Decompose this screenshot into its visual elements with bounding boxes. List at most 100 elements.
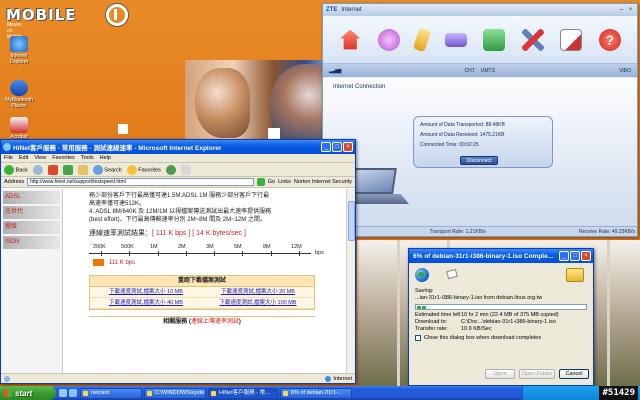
ie-window-title: HiNet客戶服務 - 常用服務 - 測試連線速率 - Microsoft In…	[13, 145, 222, 152]
maximize-button[interactable]: □	[332, 142, 342, 152]
quick-launch-ie-icon[interactable]	[69, 389, 77, 397]
speed-bar	[93, 259, 104, 266]
scrollbar-thumb[interactable]	[348, 201, 355, 241]
search-button[interactable]: Search	[92, 164, 122, 175]
menu-file[interactable]: File	[4, 155, 13, 161]
disconnect-button[interactable]: Disconnect	[460, 156, 498, 165]
ie-vertical-scrollbar[interactable]	[346, 189, 355, 374]
back-button[interactable]: Back	[4, 164, 28, 175]
sidebar-item[interactable]: ISDN	[3, 236, 60, 249]
cancel-button[interactable]: Cancel	[559, 369, 589, 379]
security-zone: Internet	[333, 375, 352, 382]
acrobat-icon	[10, 117, 28, 133]
close-when-done-option[interactable]: Close this dialog box when download comp…	[409, 335, 593, 341]
download-buttons: Open Open Folder Cancel	[409, 369, 593, 379]
go-arrow-icon[interactable]	[256, 178, 265, 186]
mail-icon[interactable]	[180, 164, 191, 175]
close-when-done-checkbox[interactable]	[415, 335, 421, 341]
start-button[interactable]: start	[0, 386, 56, 400]
ie-page-content: ADSL 光世代 撥接 ISDN 務少部份客戶下行最高僅可達1.5M;ADSL …	[1, 189, 355, 374]
sidebar-item[interactable]: 光世代	[3, 206, 60, 219]
search-icon	[92, 164, 103, 175]
download-title-bar[interactable]: 6% of debian-31r1-i386-binary-1.iso Comp…	[409, 249, 593, 263]
ie-window[interactable]: HiNet客戶服務 - 常用服務 - 測試連線速率 - Microsoft In…	[0, 139, 356, 384]
download-test-link-100mb[interactable]: 下載速度測試,檔案大小 100 MB	[202, 298, 314, 308]
zte-window-title: Internet	[341, 7, 362, 13]
scale-tick-label: 12M	[291, 244, 302, 250]
download-test-link-20mb[interactable]: 下載速度測試,檔案大小 20 MB	[202, 287, 314, 297]
scale-tick	[214, 251, 215, 256]
minimize-button[interactable]: _	[321, 142, 331, 152]
phone-icon[interactable]	[412, 27, 432, 52]
refresh-icon[interactable]	[62, 164, 73, 175]
page-icon	[4, 375, 10, 382]
contacts-icon[interactable]	[483, 28, 506, 51]
scale-tick	[186, 251, 187, 256]
forward-arrow-icon[interactable]	[32, 164, 43, 175]
menu-view[interactable]: View	[34, 155, 46, 161]
taskbar-item-netcard[interactable]: netcard	[80, 387, 142, 399]
close-button[interactable]: ×	[581, 251, 591, 261]
norton-toolbar[interactable]: Norton Internet Security	[294, 179, 352, 185]
menu-edit[interactable]: Edit	[19, 155, 28, 161]
download-to-value: C:\Doc...\debian-31r1-i386-binary-1.iso	[461, 319, 556, 325]
maximize-button[interactable]: □	[570, 251, 580, 261]
zte-dialer-window[interactable]: ZTE Internet – × ? ▂▃▅▆ CHT UMTS VIBO In…	[322, 3, 638, 237]
minimize-icon[interactable]: –	[618, 7, 625, 14]
desktop-icon-bluetooth[interactable]: MyBluetooth Places	[1, 80, 37, 109]
article-line: (best effort)，下行最高傳輸速率分別 2M~8M 間及 2M~12M…	[89, 217, 266, 223]
message-icon[interactable]	[444, 32, 467, 47]
links-button[interactable]: Links	[278, 179, 291, 185]
download-test-table: 重跑下載檔案測試 下載速度測試,檔案大小 10 MB 下載速度測試,檔案大小 2…	[89, 275, 315, 310]
minimize-button[interactable]: _	[559, 251, 569, 261]
close-button[interactable]: ×	[343, 142, 353, 152]
desktop-icon-internet-explorer[interactable]: Internet Explorer	[1, 36, 37, 65]
table-row: 下載速度測試,檔案大小 40 MB 下載速度測試,檔案大小 100 MB	[90, 298, 314, 309]
download-test-link-10mb[interactable]: 下載速度測試,檔案大小 10 MB	[90, 287, 202, 297]
sidebar-item[interactable]: ADSL	[3, 191, 60, 204]
back-arrow-icon	[4, 164, 14, 175]
zte-toolbar: ?	[323, 16, 637, 64]
taskbar-item-ie[interactable]: HiNet客戶服務 - 常...	[208, 387, 278, 399]
download-test-link-40mb[interactable]: 下載速度測試,檔案大小 40 MB	[90, 298, 202, 308]
stop-icon[interactable]	[47, 164, 58, 175]
desktop-icon-acrobat[interactable]: Acrobat	[1, 117, 37, 140]
close-icon[interactable]: ×	[627, 7, 634, 14]
taskbar-item-download[interactable]: 6% of debian-31r1-...	[280, 387, 352, 399]
home-icon[interactable]	[77, 164, 88, 175]
menu-tools[interactable]: Tools	[81, 155, 94, 161]
page-sidebar: ADSL 光世代 撥接 ISDN	[1, 189, 63, 374]
history-icon[interactable]	[165, 164, 176, 175]
ie-address-bar: Address http://www.hinet.net/support/tes…	[1, 177, 355, 188]
zte-title-bar[interactable]: ZTE Internet – ×	[323, 4, 637, 16]
taskbar-item-command[interactable]: C:\WINDOWS\syste...	[144, 387, 206, 399]
folder-icon	[566, 268, 584, 282]
upload-test-link[interactable]: 連線上傳速率測試	[191, 319, 239, 325]
menu-help[interactable]: Help	[100, 155, 111, 161]
network-type-label: UMTS	[480, 67, 495, 74]
scale-tick	[271, 251, 272, 256]
table-row: 下載速度測試,檔案大小 10 MB 下載速度測試,檔案大小 20 MB	[90, 287, 314, 298]
notepad-icon[interactable]	[560, 28, 583, 51]
sidebar-item[interactable]: 撥接	[3, 221, 60, 234]
ie-title-bar[interactable]: HiNet客戶服務 - 常用服務 - 測試連線速率 - Microsoft In…	[1, 140, 355, 154]
receive-rate: Receive Rate: 49.23KB/s	[579, 229, 636, 235]
open-folder-button[interactable]: Open Folder	[519, 369, 555, 379]
menu-favorites[interactable]: Favorites	[52, 155, 75, 161]
quick-launch-desktop-icon[interactable]	[59, 389, 67, 397]
related-services: 相關服務 (連線上傳速率測試)	[89, 316, 315, 326]
internet-explorer-icon	[10, 36, 28, 52]
help-icon[interactable]: ?	[598, 28, 621, 51]
download-dialog[interactable]: 6% of debian-31r1-i386-binary-1.iso Comp…	[408, 248, 594, 386]
open-button[interactable]: Open	[485, 369, 515, 379]
media-disc-icon[interactable]	[377, 28, 400, 51]
download-progress-bar	[415, 304, 587, 310]
desktop-icon-label: MyBluetooth Places	[5, 97, 33, 109]
settings-tools-icon[interactable]	[521, 28, 544, 51]
address-input[interactable]: http://www.hinet.net/support/testspeed.h…	[27, 178, 254, 186]
ie-status-bar: Internet	[1, 373, 355, 383]
go-button[interactable]: Go	[268, 179, 275, 185]
favorites-button[interactable]: Favorites	[126, 164, 161, 175]
home-icon[interactable]	[340, 29, 361, 50]
related-suffix: )	[238, 319, 241, 325]
